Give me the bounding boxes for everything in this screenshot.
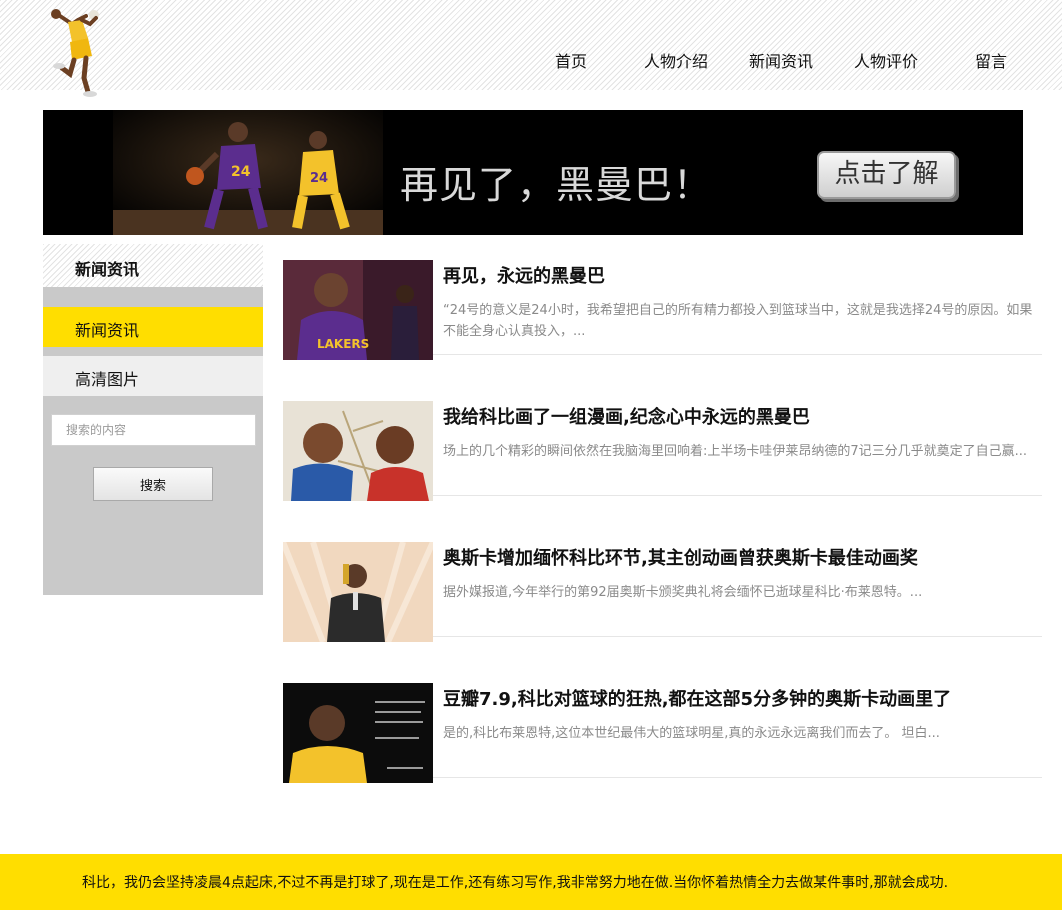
article-title[interactable]: 我给科比画了一组漫画,纪念心中永远的黑曼巴 — [443, 403, 810, 429]
nav-reviews[interactable]: 人物评价 — [854, 48, 918, 72]
sidebar: 新闻资讯 新闻资讯 高清图片 搜索 — [43, 244, 263, 595]
nav-news[interactable]: 新闻资讯 — [749, 48, 813, 72]
article-title[interactable]: 再见，永远的黑曼巴 — [443, 262, 605, 288]
article-item[interactable]: 豆瓣7.9,科比对篮球的狂热,都在这部5分多钟的奥斯卡动画里了 是的,科比布莱恩… — [283, 667, 1042, 783]
search-input[interactable] — [51, 414, 256, 446]
hero-banner[interactable]: 24 24 再见了，黑曼巴！ 点击了解 — [43, 110, 1023, 235]
sidebar-title-label: 新闻资讯 — [75, 260, 140, 279]
banner-headline: 再见了，黑曼巴！ — [400, 163, 713, 207]
article-summary: “24号的意义是24小时，我希望把自己的所有精力都投入到篮球当中，这就是我选择2… — [443, 303, 1033, 339]
article-summary: 据外媒报道,今年举行的第92届奥斯卡颁奖典礼将会缅怀已逝球星科比·布莱恩特。..… — [443, 585, 923, 600]
article-thumbnail[interactable] — [283, 683, 433, 783]
article-title[interactable]: 奥斯卡增加缅怀科比环节,其主创动画曾获奥斯卡最佳动画奖 — [443, 544, 918, 570]
nav-profile[interactable]: 人物介绍 — [644, 48, 708, 72]
nav-messages[interactable]: 留言 — [975, 48, 1007, 72]
article-thumbnail[interactable]: LAKERS — [283, 260, 433, 360]
search-button[interactable]: 搜索 — [93, 467, 213, 501]
article-summary: 场上的几个精彩的瞬间依然在我脑海里回响着:上半场卡哇伊莱昂纳德的7记三分几乎就奠… — [443, 444, 1028, 459]
svg-text:LAKERS: LAKERS — [317, 337, 369, 351]
sidebar-item-news[interactable]: 新闻资讯 — [43, 307, 263, 347]
article-thumbnail[interactable] — [283, 542, 433, 642]
nav-home[interactable]: 首页 — [555, 48, 587, 72]
logo-player-silhouette[interactable] — [42, 4, 104, 98]
sidebar-title: 新闻资讯 — [43, 244, 263, 287]
article-item[interactable]: 我给科比画了一组漫画,纪念心中永远的黑曼巴 场上的几个精彩的瞬间依然在我脑海里回… — [283, 385, 1042, 501]
main-nav: 首页 人物介绍 新闻资讯 人物评价 留言 — [528, 48, 1062, 74]
sidebar-item-label: 高清图片 — [75, 370, 140, 389]
sidebar-item-photos[interactable]: 高清图片 — [43, 356, 263, 396]
article-item[interactable]: 奥斯卡增加缅怀科比环节,其主创动画曾获奥斯卡最佳动画奖 据外媒报道,今年举行的第… — [283, 526, 1042, 642]
learn-more-button[interactable]: 点击了解 — [817, 151, 956, 199]
sidebar-item-label: 新闻资讯 — [75, 321, 140, 340]
article-summary: 是的,科比布莱恩特,这位本世纪最伟大的篮球明星,真的永远永远离我们而去了。 坦白… — [443, 726, 940, 741]
article-title[interactable]: 豆瓣7.9,科比对篮球的狂热,都在这部5分多钟的奥斯卡动画里了 — [443, 685, 951, 711]
site-footer: 科比，我仍会坚持凌晨4点起床,不过不再是打球了,现在是工作,还有练习写作,我非常… — [0, 854, 1062, 910]
svg-text:24: 24 — [231, 164, 251, 180]
banner-players-image: 24 24 — [113, 110, 383, 235]
svg-text:24: 24 — [310, 171, 328, 186]
site-header: 首页 人物介绍 新闻资讯 人物评价 留言 — [0, 0, 1062, 97]
article-item[interactable]: LAKERS 再见，永远的黑曼巴 “24号的意义是24小时，我希望把自己的所有精… — [283, 244, 1042, 360]
article-thumbnail[interactable] — [283, 401, 433, 501]
footer-quote: 科比，我仍会坚持凌晨4点起床,不过不再是打球了,现在是工作,还有练习写作,我非常… — [82, 875, 949, 891]
